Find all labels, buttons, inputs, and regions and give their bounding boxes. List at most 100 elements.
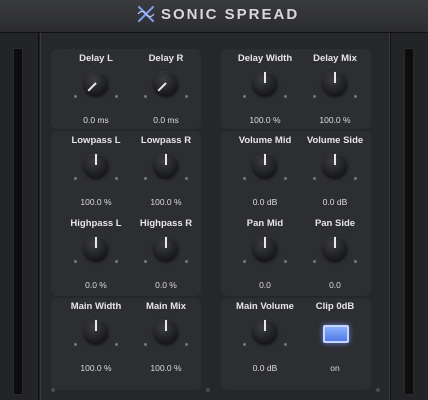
lowpass-l-knob[interactable] — [84, 153, 108, 177]
delay-l-label: Delay L — [79, 53, 113, 64]
max-dot — [115, 260, 118, 263]
max-dot — [284, 177, 287, 180]
highpass-r-label: Highpass R — [139, 218, 193, 229]
knob-indicator — [264, 237, 266, 248]
max-dot — [185, 177, 188, 180]
delay-width-knob[interactable] — [253, 71, 277, 95]
min-dot — [144, 343, 147, 346]
max-dot — [115, 343, 118, 346]
volume-mid-label: Volume Mid — [238, 135, 292, 146]
input-meter-panel — [0, 33, 39, 400]
knob-indicator — [95, 237, 97, 248]
main-mix-knob[interactable] — [154, 319, 178, 343]
app-title: SONIC SPREAD — [161, 6, 300, 23]
max-dot — [284, 95, 287, 98]
delay-l-knob[interactable] — [84, 71, 108, 95]
knob-indicator — [165, 237, 167, 248]
delay-mix-knob[interactable] — [323, 71, 347, 95]
main-width-knob[interactable] — [84, 319, 108, 343]
main-mix-control: Main Mix 100.0 % — [131, 301, 201, 381]
clip-0db-value: on — [330, 363, 340, 373]
volume-side-control: Volume Side 0.0 dB — [300, 135, 370, 215]
knob-indicator — [87, 82, 97, 92]
pan-side-label: Pan Side — [314, 218, 356, 229]
min-dot — [74, 95, 77, 98]
lowpass-r-label: Lowpass R — [140, 135, 192, 146]
screw — [376, 388, 380, 392]
clip-0db-control: Clip 0dB on — [300, 301, 370, 381]
knob-indicator — [165, 320, 167, 331]
delay-width-value: 100.0 % — [249, 115, 281, 125]
min-dot — [243, 177, 246, 180]
knob-indicator — [334, 154, 336, 165]
title-bar: SONIC SPREAD — [0, 0, 428, 33]
main-width-control: Main Width 100.0 % — [61, 301, 131, 381]
delay-mix-value: 100.0 % — [319, 115, 351, 125]
clip-0db-label: Clip 0dB — [315, 301, 355, 312]
x-wave-icon — [137, 5, 155, 23]
delay-mix-label: Delay Mix — [313, 53, 357, 64]
min-dot — [313, 260, 316, 263]
delay-width-label: Delay Width — [237, 53, 293, 64]
lowpass-r-knob[interactable] — [154, 153, 178, 177]
max-dot — [354, 260, 357, 263]
knob-indicator — [264, 154, 266, 165]
min-dot — [144, 95, 147, 98]
min-dot — [74, 343, 77, 346]
max-dot — [284, 260, 287, 263]
volume-side-knob[interactable] — [323, 153, 347, 177]
main-volume-knob[interactable] — [253, 319, 277, 343]
highpass-l-knob[interactable] — [84, 236, 108, 260]
volume-mid-knob[interactable] — [253, 153, 277, 177]
highpass-l-control: Highpass L 0.0 % — [61, 218, 131, 298]
pan-mid-control: Pan Mid 0.0 — [230, 218, 300, 298]
highpass-l-value: 0.0 % — [85, 280, 107, 290]
knob-indicator — [157, 82, 167, 92]
highpass-r-control: Highpass R 0.0 % — [131, 218, 201, 298]
delay-r-knob[interactable] — [154, 71, 178, 95]
delay-r-value: 0.0 ms — [153, 115, 179, 125]
knob-indicator — [95, 154, 97, 165]
pan-side-value: 0.0 — [329, 280, 341, 290]
controls-area: Delay L 0.0 ms Delay R 0.0 ms Delay Width 100… — [40, 33, 390, 400]
delay-mix-control: Delay Mix 100.0 % — [300, 53, 370, 133]
max-dot — [115, 177, 118, 180]
max-dot — [115, 95, 118, 98]
pan-mid-label: Pan Mid — [246, 218, 284, 229]
output-level-meter — [404, 48, 414, 395]
min-dot — [243, 95, 246, 98]
min-dot — [243, 343, 246, 346]
main-volume-control: Main Volume 0.0 dB — [230, 301, 300, 381]
pan-mid-value: 0.0 — [259, 280, 271, 290]
main-width-value: 100.0 % — [80, 363, 112, 373]
lowpass-l-control: Lowpass L 100.0 % — [61, 135, 131, 215]
lowpass-l-value: 100.0 % — [80, 197, 112, 207]
pan-mid-knob[interactable] — [253, 236, 277, 260]
main-volume-value: 0.0 dB — [252, 363, 278, 373]
max-dot — [185, 95, 188, 98]
min-dot — [144, 177, 147, 180]
min-dot — [313, 95, 316, 98]
max-dot — [354, 177, 357, 180]
knob-indicator — [334, 237, 336, 248]
min-dot — [74, 260, 77, 263]
delay-l-control: Delay L 0.0 ms — [61, 53, 131, 133]
volume-side-value: 0.0 dB — [322, 197, 348, 207]
pan-side-knob[interactable] — [323, 236, 347, 260]
highpass-r-value: 0.0 % — [155, 280, 177, 290]
volume-mid-control: Volume Mid 0.0 dB — [230, 135, 300, 215]
delay-l-value: 0.0 ms — [83, 115, 109, 125]
knob-indicator — [264, 72, 266, 83]
min-dot — [313, 177, 316, 180]
main-width-label: Main Width — [70, 301, 122, 312]
main-volume-label: Main Volume — [236, 301, 294, 312]
knob-indicator — [165, 154, 167, 165]
highpass-r-knob[interactable] — [154, 236, 178, 260]
input-level-meter — [13, 48, 23, 395]
clip-0db-toggle[interactable] — [323, 325, 349, 343]
knob-indicator — [264, 320, 266, 331]
pan-side-control: Pan Side 0.0 — [300, 218, 370, 298]
max-dot — [185, 260, 188, 263]
max-dot — [284, 343, 287, 346]
min-dot — [144, 260, 147, 263]
